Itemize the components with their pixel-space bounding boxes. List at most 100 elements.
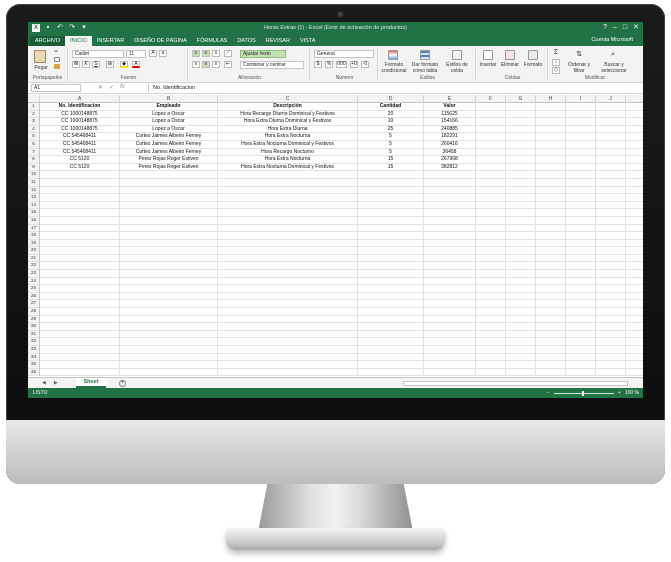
cell-c21[interactable] [218, 254, 358, 263]
row-header[interactable]: 33 [28, 346, 39, 354]
cell-e35[interactable] [424, 361, 476, 369]
align-top-button[interactable]: ≡ [192, 50, 200, 57]
cell-f2[interactable] [476, 110, 506, 119]
cell-j31[interactable] [596, 330, 626, 339]
cell-h8[interactable] [536, 156, 566, 164]
cell-a24[interactable] [40, 277, 120, 286]
cell-a21[interactable] [40, 254, 120, 263]
column-header-g[interactable]: G [506, 95, 536, 103]
name-box[interactable]: A1 [31, 84, 81, 92]
cell-i29[interactable] [566, 315, 596, 324]
cell-h16[interactable] [536, 216, 566, 225]
cell-i10[interactable] [566, 171, 596, 179]
cell-i17[interactable] [566, 224, 596, 233]
cell-d30[interactable] [358, 323, 424, 331]
cell-j10[interactable] [596, 171, 626, 179]
cell-b7[interactable]: Cortes Jaimes Albeiro Ferney [120, 148, 218, 157]
cell-b31[interactable] [120, 330, 218, 339]
cell-i32[interactable] [566, 338, 596, 346]
cell-a20[interactable] [40, 247, 120, 255]
cell-f36[interactable] [476, 368, 506, 377]
cell-j9[interactable] [596, 163, 626, 172]
number-format-select[interactable]: General [314, 50, 374, 58]
cell-h9[interactable] [536, 163, 566, 172]
cell-c31[interactable] [218, 330, 358, 339]
cell-j3[interactable] [596, 118, 626, 126]
cell-j13[interactable] [596, 194, 626, 202]
maximize-icon[interactable]: □ [623, 24, 627, 32]
help-icon[interactable]: ? [603, 24, 607, 32]
sheet-prev-icon[interactable]: ◀ [42, 380, 46, 386]
row-header[interactable]: 16 [28, 217, 39, 225]
cell-g22[interactable] [506, 262, 536, 271]
cell-f8[interactable] [476, 156, 506, 164]
cell-a36[interactable] [40, 368, 120, 377]
cell-d24[interactable] [358, 277, 424, 286]
cell-e7[interactable]: 36458 [424, 148, 476, 157]
cell-f12[interactable] [476, 186, 506, 195]
row-header[interactable]: 30 [28, 323, 39, 331]
cell-a15[interactable] [40, 209, 120, 217]
cell-a31[interactable] [40, 330, 120, 339]
cell-d3[interactable]: 10 [358, 118, 424, 126]
zoom-out-icon[interactable]: − [547, 390, 550, 396]
cell-e36[interactable] [424, 368, 476, 377]
cell-c25[interactable] [218, 285, 358, 293]
cell-j16[interactable] [596, 216, 626, 225]
cell-c7[interactable]: Hora Recargo Nocturno [218, 148, 358, 157]
cell-h13[interactable] [536, 194, 566, 202]
cell-i25[interactable] [566, 285, 596, 293]
cell-e31[interactable] [424, 330, 476, 339]
cell-i8[interactable] [566, 156, 596, 164]
cell-e9[interactable]: 382812 [424, 163, 476, 172]
cell-c29[interactable] [218, 315, 358, 324]
row-header[interactable]: 25 [28, 285, 39, 293]
cell-d26[interactable] [358, 292, 424, 301]
zoom-thumb[interactable] [581, 390, 584, 396]
borders-button[interactable]: ⊞ [106, 61, 114, 68]
cell-b33[interactable] [120, 346, 218, 354]
cell-f1[interactable] [476, 103, 506, 111]
cell-f10[interactable] [476, 171, 506, 179]
cell-j29[interactable] [596, 315, 626, 324]
cell-h20[interactable] [536, 247, 566, 255]
row-header[interactable]: 26 [28, 293, 39, 301]
zoom-slider[interactable] [553, 390, 614, 396]
tab-data[interactable]: DATOS [232, 36, 260, 46]
cell-e8[interactable]: 267968 [424, 156, 476, 164]
zoom-level[interactable]: 100 % [625, 390, 639, 396]
cell-g23[interactable] [506, 270, 536, 278]
cell-e26[interactable] [424, 292, 476, 301]
cell-d35[interactable] [358, 361, 424, 369]
cell-e34[interactable] [424, 353, 476, 362]
currency-button[interactable]: $ [314, 61, 322, 68]
cell-i31[interactable] [566, 330, 596, 339]
cell-j32[interactable] [596, 338, 626, 346]
row-header[interactable]: 23 [28, 270, 39, 278]
cell-i13[interactable] [566, 194, 596, 202]
tab-formulas[interactable]: FÓRMULAS [192, 36, 233, 46]
cell-a9[interactable]: CC 5120 [40, 163, 120, 172]
cell-g11[interactable] [506, 178, 536, 187]
column-header-a[interactable]: A [40, 95, 120, 103]
insert-function-icon[interactable]: fx [120, 84, 125, 91]
cell-b14[interactable] [120, 201, 218, 210]
cell-j24[interactable] [596, 277, 626, 286]
cell-e2[interactable]: 115625 [424, 110, 476, 119]
cell-h25[interactable] [536, 285, 566, 293]
cell-b19[interactable] [120, 239, 218, 248]
sheet-tab[interactable]: Sheet [76, 378, 106, 388]
cell-d22[interactable] [358, 262, 424, 271]
cell-i12[interactable] [566, 186, 596, 195]
row-header[interactable]: 29 [28, 316, 39, 324]
cell-h19[interactable] [536, 239, 566, 248]
italic-button[interactable]: K [82, 61, 90, 68]
cell-b16[interactable] [120, 216, 218, 225]
cell-j15[interactable] [596, 209, 626, 217]
row-header[interactable]: 1 [28, 103, 39, 111]
tab-insert[interactable]: INSERTAR [92, 36, 129, 46]
cell-f34[interactable] [476, 353, 506, 362]
cell-c26[interactable] [218, 292, 358, 301]
find-select-button[interactable]: Buscar y seleccionar [596, 62, 632, 74]
align-right-button[interactable]: ≡ [212, 61, 220, 68]
